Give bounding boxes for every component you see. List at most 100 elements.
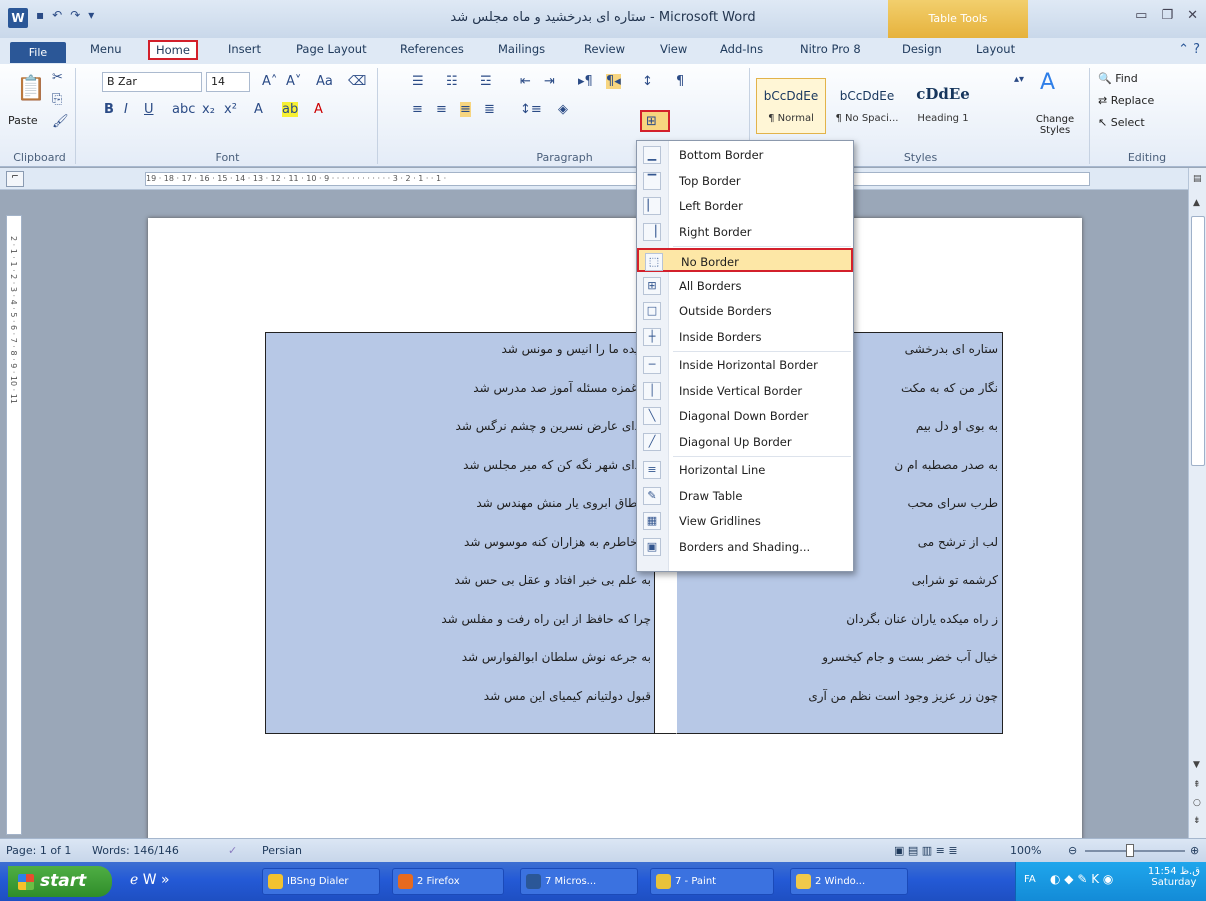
tab-nitro-pro[interactable]: Nitro Pro 8: [800, 42, 861, 56]
view-buttons[interactable]: ▣ ▤ ▥ ≡ ≣: [894, 844, 958, 857]
tab-home[interactable]: Home: [148, 40, 198, 60]
previous-page-icon[interactable]: ⇞: [1193, 780, 1201, 790]
input-language[interactable]: FA: [1024, 874, 1036, 885]
strikethrough-icon[interactable]: abc: [172, 102, 195, 117]
increase-indent-icon[interactable]: ⇥: [544, 74, 555, 89]
justify-icon[interactable]: ≣: [484, 102, 495, 117]
zoom-level[interactable]: 100%: [1010, 844, 1041, 857]
menu-item-border-inside-horizontal[interactable]: ─ Inside Horizontal Border: [637, 353, 853, 377]
tab-design[interactable]: Design: [902, 42, 942, 56]
menu-item-border-diagonal-up[interactable]: ╱ Diagonal Up Border: [637, 430, 853, 454]
menu-item-borders-shading[interactable]: ▣ Borders and Shading...: [637, 535, 853, 559]
numbering-icon[interactable]: ☷: [446, 74, 458, 89]
format-painter-icon[interactable]: 🖌: [52, 114, 69, 129]
menu-item-border-right[interactable]: ▕ Right Border: [637, 220, 853, 244]
menu-item-border-inside-vertical[interactable]: │ Inside Vertical Border: [637, 379, 853, 403]
subscript-icon[interactable]: x₂: [202, 102, 215, 117]
menu-item-border-none[interactable]: ⬚ No Border: [637, 248, 853, 272]
menu-item-border-all[interactable]: ⊞ All Borders: [637, 274, 853, 298]
tab-menu[interactable]: Menu: [90, 42, 122, 56]
align-left-icon[interactable]: ≡: [412, 102, 423, 117]
replace-button[interactable]: ⇄ Replace: [1098, 94, 1154, 107]
ruler-toggle-icon[interactable]: ▤: [1193, 174, 1202, 184]
clock[interactable]: 11:54 ق.ظ Saturday: [1148, 866, 1200, 888]
quicklaunch-more-icon[interactable]: »: [161, 872, 170, 888]
borders-button[interactable]: ⊞: [640, 110, 670, 132]
show-formatting-marks-icon[interactable]: ¶: [676, 74, 684, 89]
font-size-combo[interactable]: 14: [206, 72, 250, 92]
zoom-in-icon[interactable]: ⊕: [1190, 844, 1199, 857]
shrink-font-icon[interactable]: A˅: [286, 74, 301, 89]
change-styles-button[interactable]: Change Styles: [1030, 114, 1080, 136]
sort-icon[interactable]: ↕: [642, 74, 653, 89]
menu-item-border-bottom[interactable]: ▁ Bottom Border: [637, 143, 853, 167]
decrease-indent-icon[interactable]: ⇤: [520, 74, 531, 89]
tab-view[interactable]: View: [660, 42, 687, 56]
grow-font-icon[interactable]: A˄: [262, 74, 277, 89]
taskbar-item-shield[interactable]: IBSng Dialer: [262, 868, 380, 895]
start-button[interactable]: start: [8, 866, 112, 897]
scroll-down-icon[interactable]: ▼: [1193, 760, 1200, 770]
browse-object-icon[interactable]: ○: [1193, 798, 1201, 808]
style-heading-1[interactable]: cDdEe Heading 1: [908, 78, 978, 134]
style-normal[interactable]: bCcDdEe ¶ Normal: [756, 78, 826, 134]
shading-icon[interactable]: ◈: [558, 102, 568, 117]
help-icon[interactable]: ⌃ ?: [1178, 42, 1200, 57]
vertical-scrollbar[interactable]: ▤ ▲ ▼ ⇞ ○ ⇟: [1188, 168, 1206, 838]
change-case-icon[interactable]: Aa: [316, 74, 333, 89]
styles-scroll-icon[interactable]: ▴▾: [1014, 74, 1024, 85]
word-quicklaunch-icon[interactable]: W: [143, 872, 157, 888]
tab-references[interactable]: References: [400, 42, 464, 56]
align-right-icon[interactable]: ≡: [460, 102, 471, 117]
page-count[interactable]: Page: 1 of 1: [6, 844, 71, 857]
minimize-icon[interactable]: ▭: [1135, 8, 1147, 23]
change-styles-icon[interactable]: A: [1040, 70, 1055, 95]
horizontal-ruler[interactable]: 19 · 18 · 17 · 16 · 15 · 14 · 13 · 12 · …: [145, 172, 1090, 186]
menu-item-draw-table[interactable]: ✎ Draw Table: [637, 484, 853, 508]
tab-page-layout[interactable]: Page Layout: [296, 42, 367, 56]
tab-mailings[interactable]: Mailings: [498, 42, 545, 56]
text-effects-icon[interactable]: A: [254, 102, 263, 117]
clear-formatting-icon[interactable]: ⌫: [348, 74, 366, 89]
tab-file[interactable]: File: [10, 42, 66, 63]
menu-item-border-inside[interactable]: ┼ Inside Borders: [637, 325, 853, 349]
tab-selector-icon[interactable]: ⌐: [6, 171, 24, 187]
paste-button[interactable]: Paste: [8, 114, 38, 127]
copy-icon[interactable]: ⎘: [52, 92, 62, 107]
menu-item-border-top[interactable]: ▔ Top Border: [637, 169, 853, 193]
highlight-color-icon[interactable]: ab: [282, 102, 299, 117]
scroll-up-icon[interactable]: ▲: [1193, 198, 1200, 208]
menu-item-border-outside[interactable]: □ Outside Borders: [637, 299, 853, 323]
italic-icon[interactable]: I: [124, 102, 128, 117]
font-color-icon[interactable]: A: [314, 102, 323, 117]
find-button[interactable]: 🔍 Find: [1098, 72, 1138, 85]
style-no-spacing[interactable]: bCcDdEe ¶ No Spaci...: [832, 78, 902, 134]
multilevel-list-icon[interactable]: ☲: [480, 74, 492, 89]
select-button[interactable]: ↖ Select: [1098, 116, 1145, 129]
language-indicator[interactable]: Persian: [262, 844, 302, 857]
cut-icon[interactable]: ✂: [52, 70, 63, 85]
taskbar-item-folder[interactable]: 2 Windo...: [790, 868, 908, 895]
next-page-icon[interactable]: ⇟: [1193, 816, 1201, 826]
zoom-slider[interactable]: [1085, 850, 1185, 852]
taskbar-item-word[interactable]: 7 Micros...: [520, 868, 638, 895]
close-icon[interactable]: ✕: [1187, 8, 1198, 23]
line-spacing-icon[interactable]: ↕≡: [520, 102, 542, 117]
paste-icon[interactable]: 📋: [16, 74, 46, 102]
rtl-direction-icon[interactable]: ¶◂: [606, 74, 621, 89]
tab-add-ins[interactable]: Add-Ins: [720, 42, 763, 56]
align-center-icon[interactable]: ≡: [436, 102, 447, 117]
menu-item-horizontal-line[interactable]: ≡ Horizontal Line: [637, 458, 853, 482]
taskbar-item-paint[interactable]: 7 - Paint: [650, 868, 774, 895]
menu-item-border-left[interactable]: ▏ Left Border: [637, 194, 853, 218]
taskbar-item-firefox[interactable]: 2 Firefox: [392, 868, 504, 895]
scroll-thumb[interactable]: [1191, 216, 1205, 466]
proofing-icon[interactable]: ✓: [228, 844, 237, 857]
font-name-combo[interactable]: B Zar: [102, 72, 202, 92]
tab-insert[interactable]: Insert: [228, 42, 261, 56]
ie-icon[interactable]: ℯ: [130, 872, 138, 888]
vertical-ruler[interactable]: 2 · 1 · 1 · 2 · 3 · 4 · 5 · 6 · 7 · 8 · …: [6, 215, 22, 835]
bullets-icon[interactable]: ☰: [412, 74, 424, 89]
word-count[interactable]: Words: 146/146: [92, 844, 179, 857]
bold-icon[interactable]: B: [104, 102, 114, 117]
